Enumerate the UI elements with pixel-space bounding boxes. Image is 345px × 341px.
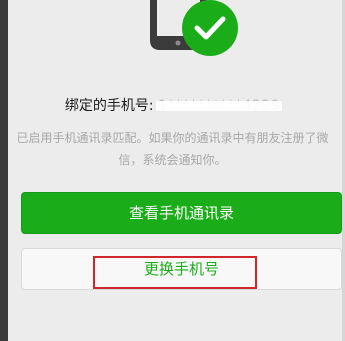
bound-phone-line: 绑定的手机号: 1**********4229 xyxy=(0,95,345,115)
check-icon xyxy=(182,0,238,56)
phone-check-illustration xyxy=(150,0,238,56)
bound-phone-number: 1**********4229 xyxy=(156,98,283,114)
bound-phone-label: 绑定的手机号: xyxy=(64,98,154,114)
view-contacts-button[interactable]: 查看手机通讯录 xyxy=(21,192,342,234)
contacts-matching-note: 已启用手机通讯录匹配。如果你的通讯录中有朋友注册了微信，系统会通知你。 xyxy=(16,131,329,167)
change-phone-button[interactable]: 更换手机号 xyxy=(21,248,342,290)
